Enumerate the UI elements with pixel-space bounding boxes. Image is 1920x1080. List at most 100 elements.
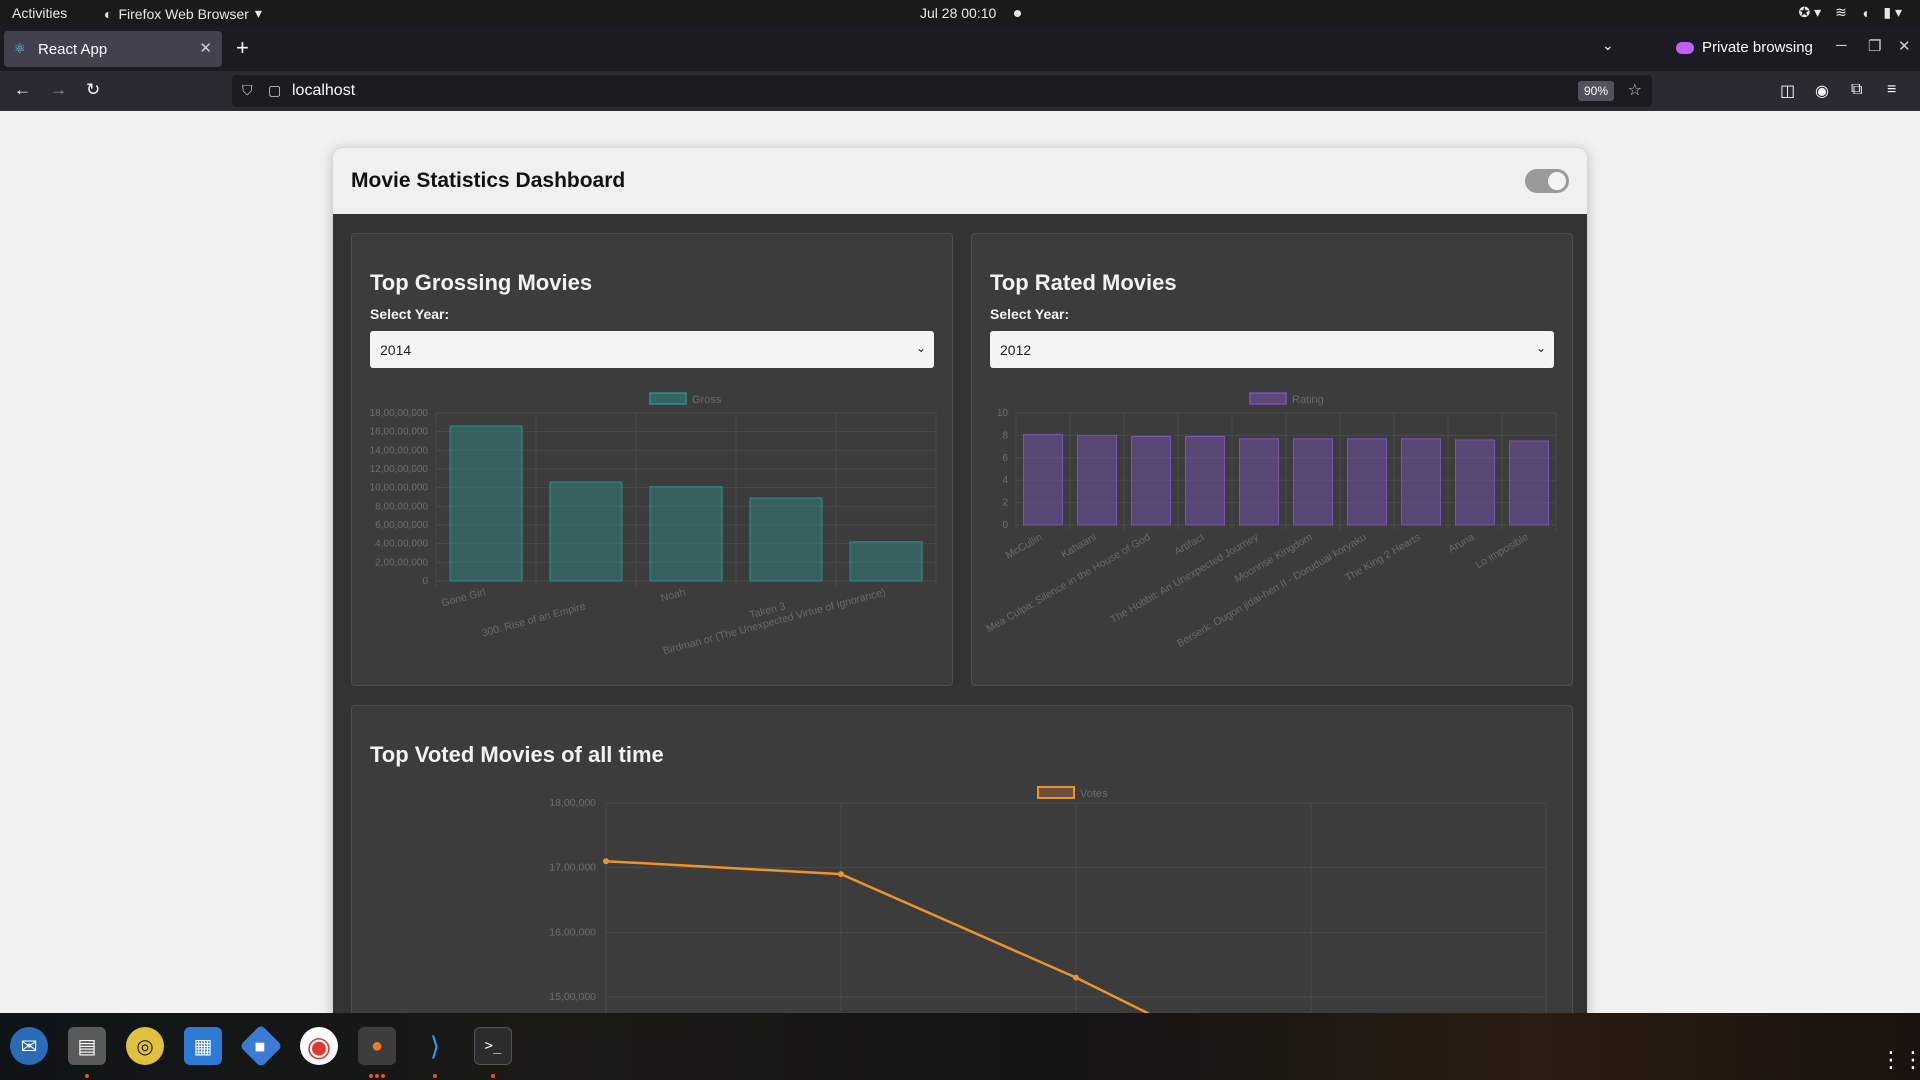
bar — [1509, 440, 1549, 526]
minimize-icon[interactable]: ─ — [1836, 37, 1847, 54]
navigation-bar: ← → ↻ ⛉ ▢ localhost 90% ☆ ◫ ◉ ⧉ ≡ — [0, 71, 1920, 111]
y-tick-label: 0 — [422, 576, 428, 587]
bar — [549, 481, 623, 582]
zoom-badge[interactable]: 90% — [1577, 81, 1614, 101]
y-tick-label: 0 — [1002, 520, 1008, 531]
y-tick-label: 8,00,00,000 — [375, 501, 428, 512]
bar — [1185, 436, 1225, 526]
restore-icon[interactable]: ❐ — [1868, 37, 1881, 55]
theme-toggle[interactable] — [1525, 169, 1569, 193]
chevron-down-icon: ▾ — [254, 5, 262, 21]
voted-panel: Top Voted Movies of all time 15,00,000 16… — [351, 705, 1573, 1013]
rhythmbox-icon[interactable]: ◎ — [126, 1027, 164, 1065]
help-icon[interactable]: ◉ — [300, 1027, 338, 1065]
y-tick-label: 16,00,000 — [549, 926, 596, 938]
data-point — [838, 871, 844, 878]
x-tick-label: Gone Girl — [440, 586, 487, 609]
y-tick-label: 18,00,000 — [549, 797, 596, 809]
votes-line — [605, 859, 1151, 1013]
y-tick-label: 15,00,000 — [549, 991, 596, 1003]
y-tick-label: 2,00,00,000 — [375, 557, 428, 568]
tab-title: React App — [38, 40, 108, 58]
page-info-icon[interactable]: ▢ — [268, 82, 281, 99]
bar — [1077, 434, 1117, 526]
reload-icon[interactable]: ↻ — [86, 80, 100, 100]
legend-label: Votes — [1080, 788, 1108, 800]
forward-icon[interactable]: → — [50, 80, 67, 100]
rated-chart: 0246810RatingMcCullin KahaaniMea Culpa: S… — [984, 392, 1557, 650]
y-tick-label: 14,00,00,000 — [370, 445, 429, 456]
y-tick-label: 10,00,00,000 — [370, 483, 429, 494]
clock[interactable]: Jul 28 00:10 — [920, 5, 996, 21]
back-icon[interactable]: ← — [14, 80, 31, 100]
y-tick-label: 10 — [997, 408, 1009, 419]
x-tick-label: 300: Rise of an Empire — [480, 600, 586, 639]
running-indicator — [85, 1074, 89, 1078]
window-close-icon[interactable]: ✕ — [1898, 37, 1911, 55]
battery-icon: ▮ ▾ — [1883, 4, 1902, 20]
bar — [1131, 436, 1171, 526]
grossing-chart: 0 2,00,00,000 4,00,00,000 6,00,00,000 8,00,0… — [370, 392, 937, 657]
private-label: Private browsing — [1702, 39, 1813, 56]
dashboard-header: Movie Statistics Dashboard — [333, 148, 1587, 214]
running-indicator — [375, 1074, 379, 1078]
x-tick-label: Kahaani — [1059, 531, 1098, 561]
x-tick-label: Birdman or (The Unexpected Virtue of Ign… — [662, 586, 887, 657]
close-icon[interactable]: ✕ — [199, 39, 212, 57]
extensions-icon[interactable]: ⧉ — [1851, 81, 1862, 99]
bar — [649, 486, 723, 582]
rated-panel: Top Rated Movies Select Year: 2012 ⌄ 024… — [971, 233, 1573, 686]
pocket-icon[interactable]: ◫ — [1780, 81, 1795, 101]
running-indicator — [491, 1074, 495, 1078]
y-tick-label: 2 — [1002, 498, 1008, 509]
activities-button[interactable]: Activities — [12, 5, 67, 21]
running-indicator — [381, 1074, 385, 1078]
system-tray[interactable]: ✪ ▾ ≋ ◖ ▮ ▾ — [1799, 4, 1902, 21]
private-mask-icon — [1676, 41, 1694, 54]
bar — [1239, 438, 1279, 526]
react-icon: ⚛ — [14, 41, 26, 56]
notification-dot-icon — [1014, 10, 1021, 17]
writer-icon[interactable]: ▦ — [184, 1027, 222, 1065]
bar — [449, 425, 523, 582]
x-tick-label: Aruna — [1446, 531, 1476, 555]
new-tab-button[interactable]: + — [236, 35, 249, 61]
y-tick-label: 4,00,00,000 — [375, 539, 428, 550]
url-text[interactable]: localhost — [292, 82, 355, 100]
shield-icon[interactable]: ⛉ — [242, 82, 253, 99]
legend-swatch — [649, 392, 687, 405]
app-grid-icon[interactable]: ⋮⋮⋮ — [1880, 1047, 1920, 1073]
account-icon[interactable]: ◉ — [1815, 81, 1829, 101]
y-tick-label: 4 — [1002, 475, 1008, 486]
vscode-icon[interactable]: ⟩ — [416, 1027, 454, 1065]
hamburger-menu-icon[interactable]: ≡ — [1887, 81, 1896, 99]
legend-label: Gross — [692, 394, 722, 406]
tab-react-app[interactable]: ⚛ React App ✕ — [4, 31, 222, 67]
wifi-icon: ≋ — [1835, 4, 1847, 20]
vpn-icon[interactable]: ◆ — [239, 1024, 283, 1068]
accessibility-icon[interactable]: ✪ ▾ — [1799, 4, 1822, 21]
bar — [1023, 433, 1063, 526]
firefox-icon[interactable]: ● — [358, 1027, 396, 1065]
url-bar[interactable]: ⛉ ▢ localhost 90% ☆ — [232, 75, 1652, 107]
y-tick-label: 12,00,00,000 — [370, 464, 429, 475]
x-tick-label: Artifact — [1172, 531, 1206, 558]
y-tick-label: 6 — [1002, 453, 1008, 464]
private-browsing-indicator: Private browsing — [1676, 39, 1813, 56]
dashboard-card: Movie Statistics Dashboard Top Grossing … — [333, 148, 1587, 1013]
app-menu-label: Firefox Web Browser — [118, 5, 249, 22]
files-icon[interactable]: ▤ — [68, 1027, 106, 1065]
voted-chart: 15,00,000 16,00,000 17,00,000 18,00,000 Vote… — [549, 786, 1547, 1013]
thunderbird-icon[interactable]: ✉ — [10, 1027, 48, 1065]
tab-list-button[interactable]: ⌄ — [1602, 37, 1614, 54]
bookmark-star-icon[interactable]: ☆ — [1628, 80, 1642, 100]
app-menu[interactable]: ◐ Firefox Web Browser ▾ — [104, 5, 262, 22]
y-tick-label: 8 — [1002, 430, 1008, 441]
bar — [1455, 439, 1495, 526]
y-tick-label: 18,00,00,000 — [370, 408, 429, 419]
terminal-icon[interactable]: >_ — [474, 1027, 512, 1065]
data-point — [603, 858, 609, 865]
y-tick-label: 16,00,00,000 — [370, 427, 429, 438]
x-tick-label: McCullin — [1004, 531, 1045, 562]
bar — [749, 497, 823, 582]
